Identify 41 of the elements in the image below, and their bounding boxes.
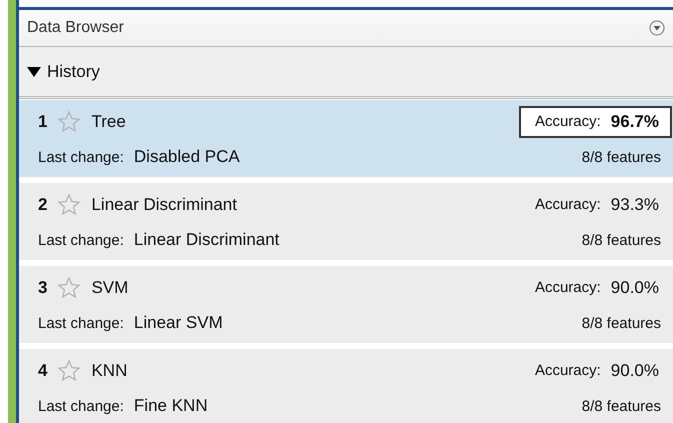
star-icon[interactable]	[57, 110, 82, 134]
expand-triangle-icon[interactable]	[27, 66, 41, 78]
model-row[interactable]: 1 Tree Accuracy: 96.7% Last change: Disabled PCA 8/8 features	[19, 100, 673, 177]
feature-count: 8/8 features	[582, 314, 661, 332]
dropdown-icon[interactable]	[649, 20, 665, 36]
last-change-value: Disabled PCA	[134, 147, 240, 168]
accuracy-label: Accuracy:	[534, 113, 601, 130]
last-change-label: Last change:	[38, 314, 124, 332]
model-name: Linear Discriminant	[91, 194, 237, 215]
model-row[interactable]: 2 Linear Discriminant Accuracy: 93.3% Last change: Linear Discriminant 8/8 features	[19, 183, 673, 260]
last-change-value: Fine KNN	[134, 396, 208, 416]
star-icon[interactable]	[57, 276, 82, 300]
feature-count: 8/8 features	[582, 232, 661, 249]
section-label: History	[47, 62, 100, 82]
model-row[interactable]: 4 KNN Accuracy: 90.0% Last change: Fine KNN 8/8 features	[19, 349, 673, 423]
model-name: SVM	[91, 278, 128, 298]
last-change-value: Linear SVM	[134, 313, 223, 334]
model-number: 3	[38, 278, 48, 298]
model-number: 4	[38, 360, 48, 381]
accuracy-label: Accuracy:	[534, 279, 601, 296]
last-change-label: Last change:	[38, 148, 124, 166]
accuracy-value: 90.0%	[610, 278, 659, 298]
model-number: 2	[38, 194, 48, 215]
panel-title: Data Browser	[27, 19, 124, 37]
model-name: KNN	[91, 360, 128, 381]
feature-count: 8/8 features	[582, 148, 661, 166]
feature-count: 8/8 features	[582, 398, 661, 415]
last-change-label: Last change:	[38, 232, 124, 249]
accuracy-value: 96.7%	[610, 112, 659, 132]
last-change-value: Linear Discriminant	[134, 230, 280, 250]
accuracy-value: 90.0%	[610, 360, 659, 381]
model-number: 1	[38, 112, 48, 132]
model-row[interactable]: 3 SVM Accuracy: 90.0% Last change: Linear SVM 8/8 features	[19, 266, 673, 343]
accuracy-label: Accuracy:	[534, 196, 601, 214]
accuracy-value: 93.3%	[610, 194, 659, 215]
accuracy-label: Accuracy:	[534, 362, 601, 380]
last-change-label: Last change:	[38, 398, 124, 415]
model-name: Tree	[91, 112, 126, 132]
star-icon[interactable]	[57, 192, 82, 217]
star-icon[interactable]	[57, 358, 82, 383]
section-header[interactable]: History	[19, 47, 673, 99]
